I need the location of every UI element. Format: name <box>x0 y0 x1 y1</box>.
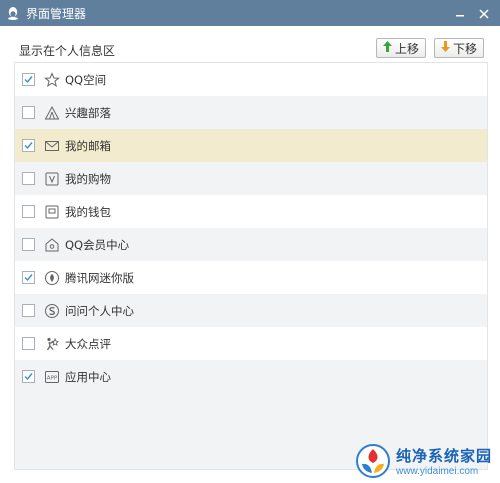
app-center-icon: APP <box>44 369 60 385</box>
list-item-dianping[interactable]: 大众点评 <box>15 327 487 360</box>
item-label: 我的购物 <box>65 171 111 186</box>
checkbox[interactable] <box>22 337 35 350</box>
checkbox[interactable] <box>22 172 35 185</box>
checkbox[interactable] <box>22 304 35 317</box>
up-arrow-icon <box>382 41 392 55</box>
vip-house-icon <box>44 237 60 253</box>
watermark-name: 纯净系统家园 <box>396 447 493 465</box>
list-item-qq-vip-center[interactable]: QQ会员中心 <box>15 228 487 261</box>
dianping-icon <box>44 336 60 352</box>
item-label: 兴趣部落 <box>65 105 111 120</box>
item-label: 问问个人中心 <box>65 303 134 318</box>
close-icon <box>479 4 489 23</box>
checkbox[interactable] <box>22 139 35 152</box>
star-icon <box>44 71 60 88</box>
site-watermark: 纯净系统家园 www.yidaimei.com <box>356 441 496 481</box>
checkbox[interactable] <box>22 238 35 251</box>
list-item-my-wallet[interactable]: 我的钱包 <box>15 195 487 228</box>
item-label: 大众点评 <box>65 336 111 351</box>
checkbox[interactable] <box>22 106 35 119</box>
list-item-my-mailbox[interactable]: 我的邮箱 <box>15 129 487 162</box>
move-up-label: 上移 <box>394 41 419 56</box>
checkbox[interactable] <box>22 370 35 383</box>
checkbox[interactable] <box>22 271 35 284</box>
qq-penguin-icon <box>6 6 20 20</box>
list-item-app-center[interactable]: APP 应用中心 <box>15 360 487 393</box>
checkbox[interactable] <box>22 73 35 86</box>
move-up-button[interactable]: 上移 <box>376 38 426 58</box>
watermark-text: 纯净系统家园 www.yidaimei.com <box>396 445 492 477</box>
list-item-interest-tribe[interactable]: 兴趣部落 <box>15 96 487 129</box>
window-title: 界面管理器 <box>26 6 87 21</box>
item-list[interactable]: QQ空间 兴趣部落 我的邮箱 我的购物 我的钱包 QQ会员中心 腾讯网迷你版 问… <box>14 62 488 470</box>
item-label: QQ会员中心 <box>65 237 130 252</box>
title-bar[interactable]: 界面管理器 <box>0 0 500 26</box>
list-item-qq-space[interactable]: QQ空间 <box>15 63 487 96</box>
minimize-icon <box>455 4 465 23</box>
item-label: 腾讯网迷你版 <box>65 270 134 285</box>
svg-text:APP: APP <box>47 375 58 381</box>
down-arrow-icon <box>440 41 450 55</box>
item-label: 我的钱包 <box>65 204 111 219</box>
minimize-button[interactable] <box>448 2 472 24</box>
shopping-icon <box>44 171 60 187</box>
move-down-button[interactable]: 下移 <box>434 38 484 58</box>
wallet-icon <box>44 204 60 220</box>
wenwen-icon <box>44 303 60 319</box>
move-down-label: 下移 <box>452 41 477 56</box>
watermark-logo-icon <box>356 444 390 478</box>
list-item-my-shopping[interactable]: 我的购物 <box>15 162 487 195</box>
item-label: 我的邮箱 <box>65 138 111 153</box>
tent-icon <box>44 105 60 121</box>
item-label: QQ空间 <box>65 72 107 87</box>
tencent-news-icon <box>44 270 60 286</box>
item-label: 应用中心 <box>65 369 111 384</box>
mail-icon <box>44 138 60 154</box>
header-row: 显示在个人信息区 上移 下移 <box>14 38 488 62</box>
list-item-wenwen-center[interactable]: 问问个人中心 <box>15 294 487 327</box>
list-item-tencent-mini[interactable]: 腾讯网迷你版 <box>15 261 487 294</box>
interface-manager-window: 界面管理器 显示在个人信息区 上移 下移 QQ空间 兴趣部落 我的邮箱 我的购物… <box>0 0 500 483</box>
section-label: 显示在个人信息区 <box>19 44 116 58</box>
close-button[interactable] <box>472 2 496 24</box>
watermark-url: www.yidaimei.com <box>396 466 479 477</box>
checkbox[interactable] <box>22 205 35 218</box>
